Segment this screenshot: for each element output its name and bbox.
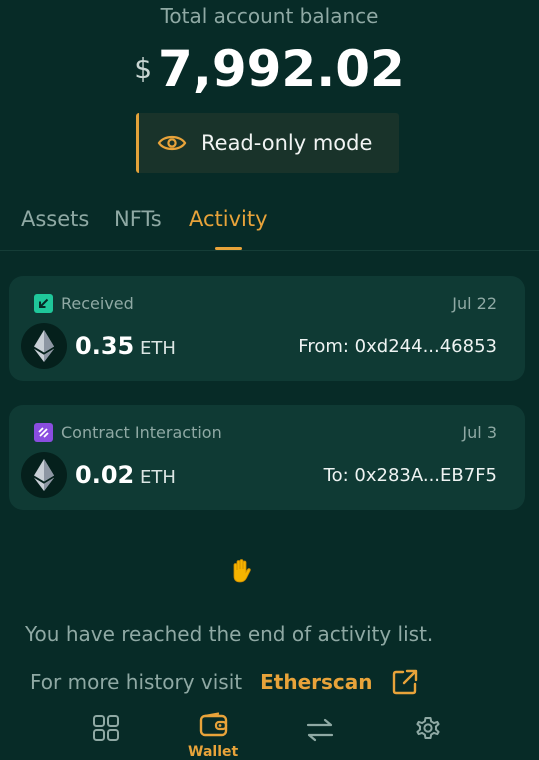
history-text: For more history visit bbox=[30, 670, 243, 694]
activity-item[interactable]: Contract Interaction Jul 3 0.02 ETH To: … bbox=[9, 405, 525, 510]
activity-counterparty: From: 0xd244...46853 bbox=[298, 336, 497, 357]
ethereum-icon bbox=[21, 323, 67, 369]
balance-amount: 7,992.02 bbox=[158, 40, 405, 98]
read-only-mode-label: Read-only mode bbox=[201, 131, 373, 155]
history-row: For more history visit Etherscan bbox=[30, 668, 419, 696]
activity-date: Jul 22 bbox=[452, 294, 497, 313]
activity-type: Contract Interaction bbox=[61, 423, 222, 442]
ethereum-icon bbox=[21, 452, 67, 498]
raised-hand-icon bbox=[228, 558, 254, 584]
activity-counterparty: To: 0x283A...EB7F5 bbox=[323, 465, 497, 486]
activity-type: Received bbox=[61, 294, 134, 313]
wallet-screen: Total account balance $ 7,992.02 Read-on… bbox=[0, 0, 539, 760]
end-of-list-message: You have reached the end of activity lis… bbox=[25, 622, 434, 646]
contract-icon bbox=[34, 423, 53, 442]
activity-date: Jul 3 bbox=[462, 423, 497, 442]
tab-bar: Assets NFTs Activity bbox=[0, 200, 539, 251]
activity-amount: 0.02 bbox=[75, 461, 135, 489]
wallet-nav-label: Wallet bbox=[188, 744, 239, 760]
wallet-icon[interactable] bbox=[199, 712, 229, 742]
activity-unit: ETH bbox=[140, 338, 176, 359]
activity-item[interactable]: Received Jul 22 0.35 ETH From: 0xd244...… bbox=[9, 276, 525, 381]
activity-unit: ETH bbox=[140, 467, 176, 488]
bottom-navigation: Wallet bbox=[0, 708, 539, 760]
read-only-mode-banner[interactable]: Read-only mode bbox=[136, 113, 399, 173]
balance-currency: $ bbox=[134, 52, 153, 85]
settings-icon[interactable] bbox=[414, 714, 442, 746]
active-tab-indicator bbox=[215, 247, 242, 250]
activity-amount: 0.35 bbox=[75, 332, 135, 360]
tab-nfts[interactable]: NFTs bbox=[114, 207, 162, 231]
tab-activity[interactable]: Activity bbox=[189, 207, 268, 231]
arrow-down-left-icon bbox=[34, 294, 53, 313]
account-balance: $ 7,992.02 bbox=[0, 40, 539, 98]
tab-assets[interactable]: Assets bbox=[21, 207, 89, 231]
etherscan-link[interactable]: Etherscan bbox=[260, 670, 372, 694]
apps-icon[interactable] bbox=[92, 714, 120, 746]
balance-label: Total account balance bbox=[160, 4, 379, 28]
eye-icon bbox=[157, 131, 187, 155]
swap-icon[interactable] bbox=[306, 718, 334, 746]
external-link-icon[interactable] bbox=[391, 668, 419, 696]
